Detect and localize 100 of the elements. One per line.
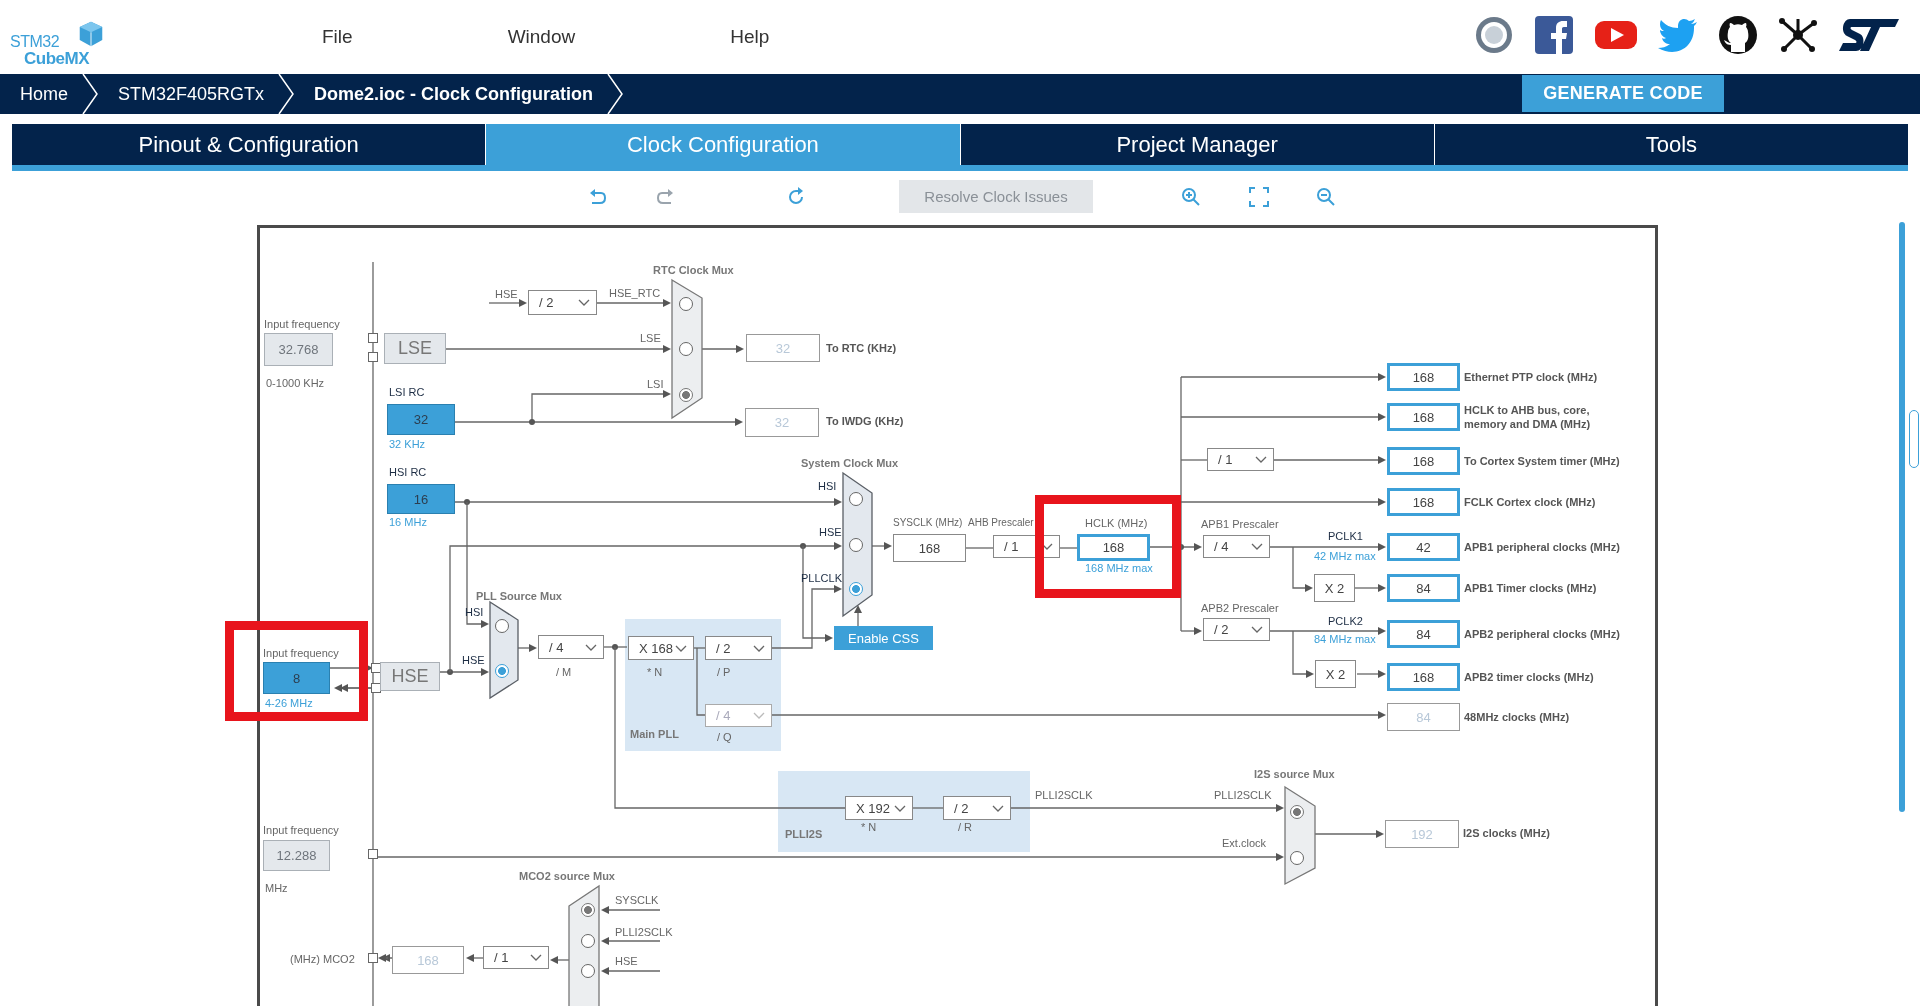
max-note: 42 MHz max [1314,549,1376,563]
github-icon[interactable] [1718,15,1758,55]
caret-icon [530,954,542,961]
network-icon[interactable] [1778,15,1818,55]
fit-to-screen-icon[interactable] [1249,186,1269,207]
field-label: SYSCLK (MHz) [893,516,963,530]
signal-label: LSI [647,377,664,391]
caret-icon [894,804,906,812]
output-label: I2S clocks (MHz) [1463,826,1550,840]
connector-square [371,683,381,693]
connector-square [368,333,378,343]
output-label: (MHz) MCO2 [290,952,355,966]
signal-label: LSE [640,331,661,345]
output-label: Ethernet PTP clock (MHz) [1464,370,1598,384]
dropdown[interactable]: / 1 [483,946,549,969]
clock-label: PCLK2 [1328,614,1363,628]
logo-text: CubeMX [24,50,89,67]
output-label: APB1 peripheral clocks (MHz) [1464,540,1620,554]
caret-icon [1041,543,1053,550]
anniversary-badge-icon[interactable] [1474,15,1514,55]
divider-label: / R [958,820,973,834]
frequency-field[interactable]: 32.768 [264,333,333,366]
caret-icon [585,643,597,651]
output-field: 84 [1387,574,1460,602]
output-field: 168 [1387,663,1460,691]
signal-label: PLLCLK [801,571,842,585]
field-label: AHB Prescaler [968,516,1034,530]
zoom-in-icon[interactable] [1181,186,1201,207]
twitter-icon[interactable] [1658,18,1698,52]
dropdown[interactable]: / 4 [1203,535,1270,558]
dropdown[interactable]: / 1 [1207,448,1274,471]
st-logo-icon[interactable] [1838,18,1900,52]
breadcrumb-item[interactable]: Home [0,83,82,105]
output-field: 42 [1387,533,1460,561]
caret-icon [1251,626,1263,633]
mux-title: PLL Source Mux [476,589,562,603]
dropdown[interactable]: X 192 [845,796,913,820]
output-field: 168 [1387,363,1460,391]
output-label: To RTC (KHz) [826,341,897,355]
frequency-field[interactable]: 8 [263,662,330,694]
cube-logo-icon [78,21,104,47]
menu-item[interactable]: File [322,26,353,48]
dropdown[interactable]: / 2 [1203,618,1270,641]
output-field: 192 [1385,820,1459,848]
output-label: FCLK Cortex clock (MHz) [1464,495,1596,509]
output-label: HCLK to AHB bus, core, memory and DMA (MHz) [1464,403,1592,431]
breadcrumb-item[interactable]: Dome2.ioc - Clock Configuration [294,83,608,105]
signal-label: PLLI2SCLK [1214,788,1272,802]
signal-label: Ext.clock [1222,836,1266,850]
output-field: 168 [1387,488,1460,516]
hclk-field[interactable]: 168 [1077,534,1150,561]
output-field: 84 [1387,620,1460,648]
oscillator-block: HSE [380,662,440,691]
output-label: To IWDG (KHz) [826,414,904,428]
field-label: APB1 Prescaler [1201,517,1279,531]
menu-item[interactable]: Help [730,26,770,48]
signal-label: HSI [818,479,837,493]
output-label: APB2 timer clocks (MHz) [1464,670,1594,684]
mux-title: I2S source Mux [1254,767,1335,781]
scrollbar-handle[interactable] [1909,410,1919,468]
output-label: APB2 peripheral clocks (MHz) [1464,627,1620,641]
youtube-icon[interactable] [1594,19,1638,51]
divider-label: * N [861,820,877,834]
sysclk-field: 168 [893,534,966,562]
divider-label: / P [717,665,731,679]
redo-icon[interactable] [656,188,674,205]
field-label: Input frequency [263,646,339,660]
output-field: 168 [392,946,464,974]
caret-icon [1255,456,1267,463]
divider-label: * N [647,665,663,679]
menu-item[interactable]: Window [507,26,576,48]
signal-label: PLLI2SCLK [615,925,673,939]
caret-icon [753,712,765,719]
signal-label: PLLI2SCLK [1035,788,1093,802]
scrollbar[interactable] [1899,222,1905,812]
caret-icon [1251,543,1263,550]
frequency-field: 32 [387,404,455,435]
field-label: Input frequency [264,317,340,331]
range-text: 0-1000 KHz [266,376,325,390]
zoom-out-icon[interactable] [1316,186,1336,207]
dropdown[interactable]: X 168 [628,636,694,660]
dropdown[interactable]: / 2 [705,636,772,660]
caret-icon [675,644,687,652]
undo-icon[interactable] [589,188,607,205]
signal-label: HSE [819,525,842,539]
field-label: HCLK (MHz) [1085,516,1148,530]
signal-label: HSE_RTC [609,286,661,300]
breadcrumb-item[interactable]: STM32F405RGTx [98,83,279,105]
dropdown[interactable]: / 4 [538,635,604,659]
output-label: APB1 Timer clocks (MHz) [1464,581,1597,595]
output-label: 48MHz clocks (MHz) [1464,710,1570,724]
refresh-icon[interactable] [786,186,806,207]
facebook-icon[interactable] [1534,15,1574,55]
unit-text: MHz [265,881,288,895]
signal-label: HSE [615,954,638,968]
signal-label: SYSCLK [615,893,659,907]
frequency-field[interactable]: 12.288 [263,840,330,871]
dropdown[interactable]: / 2 [528,290,597,315]
dropdown[interactable]: / 2 [943,796,1011,820]
connector-square [368,953,378,963]
